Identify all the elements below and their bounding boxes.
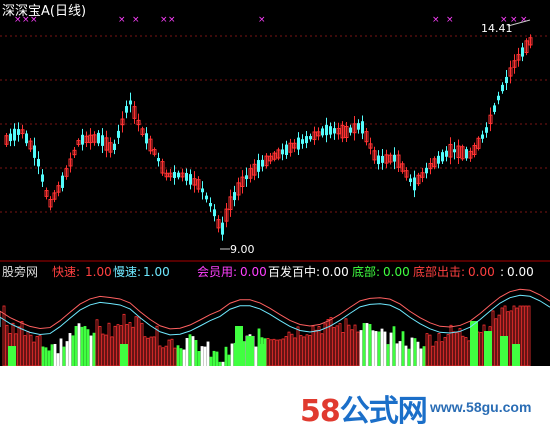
svg-text:×: ×	[22, 15, 30, 25]
signal-marks: × × × × × × × × × × × × ×	[14, 15, 528, 25]
high-price-label: 14.41	[481, 19, 531, 35]
indicator-header: 股旁网 快速: 1.00 慢速: 1.00 会员用: 0.00 百发百中: 0.…	[0, 262, 550, 282]
svg-text:×: ×	[432, 15, 440, 25]
param-bottom-label: 底部:	[352, 265, 381, 279]
param-attack-label: 底部出击:	[413, 265, 466, 279]
svg-text:×: ×	[520, 15, 528, 25]
svg-text:×: ×	[118, 15, 126, 25]
param-fast-label: 快速:	[52, 265, 81, 279]
param-extra-label: :	[500, 265, 505, 279]
param-slow-label: 慢速:	[113, 265, 142, 279]
indicator-chart[interactable]	[0, 282, 550, 366]
site-url: www.58gu.com	[430, 399, 532, 415]
param-bottom-value: 0.00	[383, 265, 410, 279]
low-price-label: 9.00	[220, 243, 255, 256]
watermark-area: 58公式网 www.58gu.com	[0, 366, 550, 447]
indicator-bars	[2, 305, 531, 366]
param-attack-value: 0.00	[468, 265, 495, 279]
high-price-text: 14.41	[481, 22, 513, 35]
param-fast-value: 1.00	[85, 265, 112, 279]
candles	[4, 34, 533, 241]
indicator-name[interactable]: 股旁网	[2, 262, 38, 282]
param-member-label: 会员用:	[197, 265, 238, 279]
param-slow-value: 1.00	[143, 265, 170, 279]
svg-text:×: ×	[160, 15, 168, 25]
site-logo: 58公式网	[300, 394, 428, 429]
svg-text:×: ×	[446, 15, 454, 25]
param-hit-value: 0.00	[322, 265, 349, 279]
svg-text:×: ×	[258, 15, 266, 25]
param-extra-value: 0.00	[507, 265, 534, 279]
svg-text:×: ×	[168, 15, 176, 25]
param-hit-label: 百发百中:	[268, 265, 321, 279]
svg-text:×: ×	[132, 15, 140, 25]
param-member-value: 0.00	[240, 265, 267, 279]
low-price-text: 9.00	[230, 243, 255, 256]
candlestick-chart[interactable]: × × × × × × × × × × × × × 14.41 9.00	[0, 0, 550, 262]
svg-text:×: ×	[14, 15, 22, 25]
svg-text:×: ×	[30, 15, 38, 25]
